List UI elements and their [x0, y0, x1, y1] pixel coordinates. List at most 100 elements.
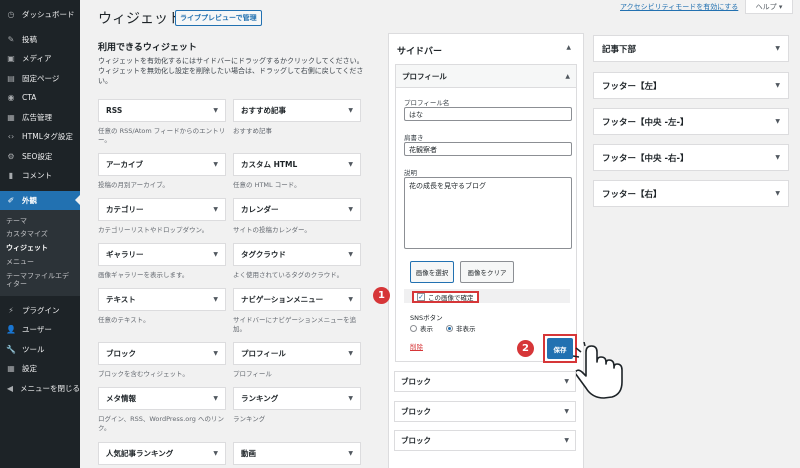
- expand-arrow-icon[interactable]: ▼: [213, 296, 218, 303]
- save-button[interactable]: 保存: [547, 338, 573, 359]
- expand-arrow-icon[interactable]: ▼: [348, 350, 353, 357]
- area-title: フッター【右】: [602, 189, 662, 200]
- menu-item-posts[interactable]: ✎ 投稿: [0, 30, 80, 50]
- available-widget[interactable]: テキスト ▼: [98, 288, 226, 311]
- submenu-item-widgets[interactable]: ウィジェット: [0, 242, 80, 256]
- cta-icon: ◉: [7, 93, 15, 103]
- available-widget[interactable]: アーカイブ ▼: [98, 153, 226, 176]
- expand-arrow-icon[interactable]: ▼: [213, 107, 218, 114]
- expand-arrow-icon[interactable]: ▼: [775, 45, 780, 52]
- expand-arrow-icon[interactable]: ▼: [775, 154, 780, 161]
- menu-item-media[interactable]: ▣ メディア: [0, 49, 80, 69]
- select-image-button[interactable]: 画像を選択: [410, 261, 454, 283]
- menu-item-html-tags[interactable]: ‹› HTMLタグ設定: [0, 127, 80, 147]
- menu-item-dashboard[interactable]: ◷ ダッシュボード: [0, 5, 80, 25]
- profile-desc-textarea[interactable]: 花の成長を見守るブログ: [404, 177, 572, 249]
- widget-name: カレンダー: [241, 205, 279, 214]
- menu-item-appearance[interactable]: ✐ 外観: [0, 190, 80, 210]
- expand-arrow-icon[interactable]: ▼: [348, 395, 353, 402]
- expand-arrow-icon[interactable]: ▼: [775, 190, 780, 197]
- help-tab-button[interactable]: ヘルプ ▾: [745, 0, 793, 14]
- sns-radio-hide[interactable]: 非表示: [446, 323, 476, 333]
- widget-description: ランキング: [233, 415, 266, 423]
- profile-name-input[interactable]: はな: [404, 107, 572, 121]
- menu-item-ads[interactable]: ▦ 広告管理: [0, 108, 80, 128]
- live-preview-button[interactable]: ライブプレビューで管理: [175, 10, 262, 26]
- menu-item-comments[interactable]: ▮ コメント: [0, 166, 80, 186]
- collapse-arrow-icon[interactable]: ▲: [566, 44, 571, 51]
- expand-arrow-icon[interactable]: ▼: [348, 251, 353, 258]
- expand-arrow-icon[interactable]: ▼: [213, 395, 218, 402]
- expand-arrow-icon[interactable]: ▼: [564, 378, 569, 385]
- submenu-item-menus[interactable]: メニュー: [0, 255, 80, 269]
- available-widget[interactable]: RSS ▼: [98, 99, 226, 122]
- confirm-image-checkbox[interactable]: ✓ この画像で確定: [412, 291, 479, 303]
- available-widget[interactable]: ギャラリー ▼: [98, 243, 226, 266]
- expand-arrow-icon[interactable]: ▼: [775, 82, 780, 89]
- available-widgets-title: 利用できるウィジェット: [98, 43, 197, 53]
- expand-arrow-icon[interactable]: ▼: [564, 408, 569, 415]
- expand-arrow-icon[interactable]: ▼: [348, 107, 353, 114]
- widget-description: おすすめ記事: [233, 127, 272, 135]
- widget-area-article-bottom[interactable]: 記事下部 ▼: [593, 35, 789, 62]
- widget-name: ギャラリー: [106, 250, 144, 259]
- menu-item-users[interactable]: 👤 ユーザー: [0, 320, 80, 340]
- available-widget[interactable]: ブロック ▼: [98, 342, 226, 365]
- expand-arrow-icon[interactable]: ▼: [213, 450, 218, 457]
- widget-area-footer-right[interactable]: フッター【右】 ▼: [593, 180, 789, 207]
- menu-item-plugins[interactable]: ⚡ プラグイン: [0, 301, 80, 321]
- available-widget[interactable]: プロフィール ▼: [233, 342, 361, 365]
- widget-name: テキスト: [106, 295, 136, 304]
- sidebar-block-widget[interactable]: ブロック ▼: [394, 430, 576, 451]
- sidebar-area-title[interactable]: サイドバー: [397, 44, 442, 57]
- sns-buttons-label: SNSボタン: [410, 314, 443, 322]
- expand-arrow-icon[interactable]: ▼: [213, 251, 218, 258]
- available-widget[interactable]: 人気記事ランキング ▼: [98, 442, 226, 465]
- widget-area-footer-center-left[interactable]: フッター【中央 -左-】 ▼: [593, 108, 789, 135]
- accessibility-mode-link[interactable]: アクセシビリティモードを有効にする: [620, 2, 738, 12]
- sidebar-block-widget[interactable]: ブロック ▼: [394, 371, 576, 392]
- profile-widget-header[interactable]: プロフィール ▲: [396, 65, 576, 88]
- expand-arrow-icon[interactable]: ▼: [348, 206, 353, 213]
- available-widget[interactable]: 動画 ▼: [233, 442, 361, 465]
- expand-arrow-icon[interactable]: ▼: [348, 296, 353, 303]
- expand-arrow-icon[interactable]: ▼: [213, 206, 218, 213]
- tools-icon: 🔧: [6, 344, 16, 354]
- delete-widget-link[interactable]: 削除: [410, 341, 423, 351]
- seo-icon: ⚙: [7, 151, 15, 161]
- expand-arrow-icon[interactable]: ▼: [775, 118, 780, 125]
- widget-area-footer-left[interactable]: フッター【左】 ▼: [593, 72, 789, 99]
- widget-description: カテゴリーリストやドロップダウン。: [98, 226, 209, 234]
- menu-item-settings[interactable]: ▦ 設定: [0, 359, 80, 379]
- available-widget[interactable]: おすすめ記事 ▼: [233, 99, 361, 122]
- expand-arrow-icon[interactable]: ▼: [564, 437, 569, 444]
- menu-item-cta[interactable]: ◉ CTA: [0, 88, 80, 108]
- submenu-item-theme-editor[interactable]: テーマファイルエディター: [0, 269, 80, 292]
- radio-label: 表示: [420, 325, 433, 333]
- profile-role-input[interactable]: 花観察者: [404, 142, 572, 156]
- expand-arrow-icon[interactable]: ▼: [348, 161, 353, 168]
- menu-item-collapse[interactable]: ◀ メニューを閉じる: [0, 379, 80, 399]
- menu-item-seo[interactable]: ⚙ SEO設定: [0, 147, 80, 167]
- available-widget[interactable]: ランキング ▼: [233, 387, 361, 410]
- collapse-arrow-icon[interactable]: ▲: [565, 73, 570, 80]
- available-widget[interactable]: タグクラウド ▼: [233, 243, 361, 266]
- menu-item-pages[interactable]: ▤ 固定ページ: [0, 69, 80, 89]
- expand-arrow-icon[interactable]: ▼: [348, 450, 353, 457]
- clear-image-button[interactable]: 画像をクリア: [460, 261, 514, 283]
- sidebar-block-widget[interactable]: ブロック ▼: [394, 401, 576, 422]
- available-widget[interactable]: メタ情報 ▼: [98, 387, 226, 410]
- submenu-item-themes[interactable]: テーマ: [0, 214, 80, 228]
- available-widget[interactable]: ナビゲーションメニュー ▼: [233, 288, 361, 311]
- available-widget[interactable]: カスタム HTML ▼: [233, 153, 361, 176]
- expand-arrow-icon[interactable]: ▼: [213, 161, 218, 168]
- available-widget[interactable]: カレンダー ▼: [233, 198, 361, 221]
- expand-arrow-icon[interactable]: ▼: [213, 350, 218, 357]
- sns-radio-show[interactable]: 表示: [410, 323, 433, 333]
- comment-icon: ▮: [8, 171, 14, 181]
- submenu-item-customize[interactable]: カスタマイズ: [0, 228, 80, 242]
- block-label: ブロック: [401, 377, 431, 386]
- available-widget[interactable]: カテゴリー ▼: [98, 198, 226, 221]
- widget-area-footer-center-right[interactable]: フッター【中央 -右-】 ▼: [593, 144, 789, 171]
- menu-item-tools[interactable]: 🔧 ツール: [0, 340, 80, 360]
